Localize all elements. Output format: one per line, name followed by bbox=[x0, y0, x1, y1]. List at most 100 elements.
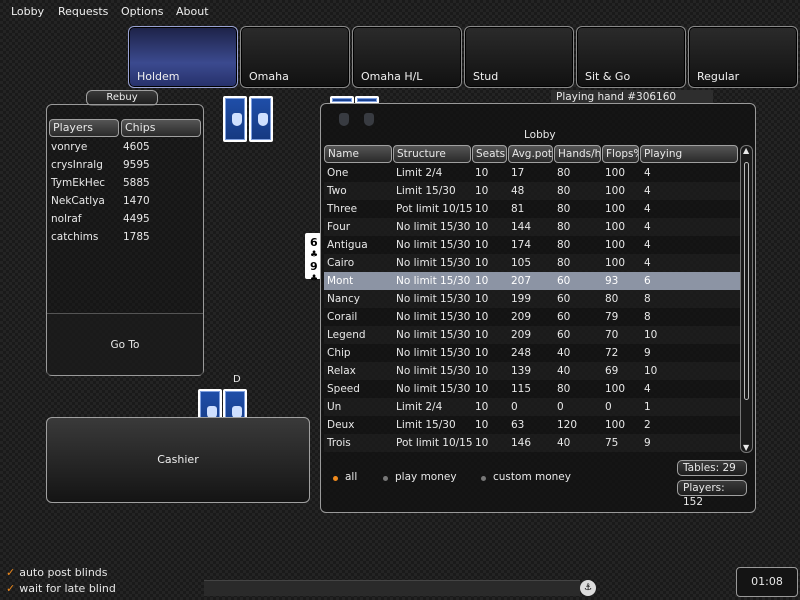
filter-play-money[interactable]: play money bbox=[395, 471, 457, 483]
players-header-chips[interactable]: Chips bbox=[121, 119, 201, 137]
tab-regular[interactable]: Regular bbox=[688, 26, 798, 88]
table-seats: 10 bbox=[475, 419, 489, 431]
table-seats: 10 bbox=[475, 275, 489, 287]
auto-post-blinds-label: auto post blinds bbox=[19, 566, 108, 579]
player-chips: 5885 bbox=[123, 177, 150, 189]
chat-input[interactable] bbox=[204, 580, 580, 596]
player-row[interactable]: TymEkHec 5885 bbox=[51, 174, 201, 192]
lobby-header-flops[interactable]: Flops% bbox=[602, 145, 639, 163]
clock: 01:08 bbox=[736, 567, 798, 597]
cashier-button[interactable]: Cashier bbox=[46, 417, 310, 503]
table-row[interactable]: Un Limit 2/4 10 0 0 0 1 bbox=[324, 398, 740, 416]
table-row[interactable]: Four No limit 15/30 10 144 80 100 4 bbox=[324, 218, 740, 236]
table-flops: 80 bbox=[605, 293, 619, 305]
table-row[interactable]: Nancy No limit 15/30 10 199 60 80 8 bbox=[324, 290, 740, 308]
table-row[interactable]: Antigua No limit 15/30 10 174 80 100 4 bbox=[324, 236, 740, 254]
filter-all[interactable]: all bbox=[345, 471, 357, 483]
player-row[interactable]: catchims 1785 bbox=[51, 228, 201, 246]
table-playing: 4 bbox=[644, 185, 651, 197]
menu-lobby[interactable]: Lobby bbox=[11, 5, 44, 18]
table-structure: Limit 15/30 bbox=[396, 419, 456, 431]
table-row[interactable]: Deux Limit 15/30 10 63 120 100 2 bbox=[324, 416, 740, 434]
filter-play-money-radio[interactable] bbox=[383, 476, 388, 481]
table-playing: 2 bbox=[644, 419, 651, 431]
table-hands: 40 bbox=[557, 437, 571, 449]
filter-custom-money-radio[interactable] bbox=[481, 476, 486, 481]
lobby-header-structure[interactable]: Structure bbox=[393, 145, 471, 163]
lobby-scrollbar[interactable]: ▲ ▼ bbox=[740, 145, 753, 453]
table-row[interactable]: Trois Pot limit 10/15 10 146 40 75 9 bbox=[324, 434, 740, 452]
menu-options[interactable]: Options bbox=[121, 5, 163, 18]
table-hands: 80 bbox=[557, 203, 571, 215]
table-name: Legend bbox=[327, 329, 366, 341]
players-header-name[interactable]: Players bbox=[49, 119, 119, 137]
menu-requests[interactable]: Requests bbox=[58, 5, 108, 18]
table-row[interactable]: Cairo No limit 15/30 10 105 80 100 4 bbox=[324, 254, 740, 272]
card-back bbox=[249, 96, 273, 142]
table-seats: 10 bbox=[475, 311, 489, 323]
lobby-header-playing[interactable]: Playing bbox=[640, 145, 738, 163]
player-chips: 1785 bbox=[123, 231, 150, 243]
menu-lobby-label: Lobby bbox=[11, 5, 45, 18]
filter-custom-money-label: custom money bbox=[493, 471, 571, 483]
player-chips: 9595 bbox=[123, 159, 150, 171]
lobby-header-label: Avg.pot bbox=[512, 148, 552, 160]
table-row[interactable]: Corail No limit 15/30 10 209 60 79 8 bbox=[324, 308, 740, 326]
table-avg-pot: 248 bbox=[511, 347, 532, 359]
lobby-header-label: Playing bbox=[644, 148, 683, 160]
table-playing: 1 bbox=[644, 401, 651, 413]
table-name: Cairo bbox=[327, 257, 355, 269]
table-flops: 93 bbox=[605, 275, 619, 287]
table-row[interactable]: Mont No limit 15/30 10 207 60 93 6 bbox=[324, 272, 740, 290]
anchor-icon[interactable]: ⚓ bbox=[580, 580, 596, 596]
tab-holdem[interactable]: Holdem bbox=[128, 26, 238, 88]
players-header-name-label: Players bbox=[53, 121, 93, 134]
table-structure: No limit 15/30 bbox=[396, 311, 471, 323]
lobby-header-hands-per-hour[interactable]: Hands/h bbox=[554, 145, 601, 163]
table-row[interactable]: Relax No limit 15/30 10 139 40 69 10 bbox=[324, 362, 740, 380]
scroll-down-icon[interactable]: ▼ bbox=[743, 443, 749, 452]
table-row[interactable]: Three Pot limit 10/15 10 81 80 100 4 bbox=[324, 200, 740, 218]
player-row[interactable]: crysInralg 9595 bbox=[51, 156, 201, 174]
table-seats: 10 bbox=[475, 365, 489, 377]
table-playing: 9 bbox=[644, 437, 651, 449]
tab-stud[interactable]: Stud bbox=[464, 26, 574, 88]
player-name: NekCatlya bbox=[51, 195, 105, 207]
filter-custom-money[interactable]: custom money bbox=[493, 471, 571, 483]
table-row[interactable]: Legend No limit 15/30 10 209 60 70 10 bbox=[324, 326, 740, 344]
menu-about-label: About bbox=[176, 5, 209, 18]
scroll-up-icon[interactable]: ▲ bbox=[743, 146, 749, 155]
player-row[interactable]: vonrye 4605 bbox=[51, 138, 201, 156]
menu-requests-label: Requests bbox=[58, 5, 109, 18]
table-row[interactable]: Speed No limit 15/30 10 115 80 100 4 bbox=[324, 380, 740, 398]
player-row[interactable]: nolraf 4495 bbox=[51, 210, 201, 228]
table-row[interactable]: Chip No limit 15/30 10 248 40 72 9 bbox=[324, 344, 740, 362]
filter-all-radio[interactable] bbox=[333, 476, 338, 481]
player-row[interactable]: NekCatlya 1470 bbox=[51, 192, 201, 210]
table-row[interactable]: Two Limit 15/30 10 48 80 100 4 bbox=[324, 182, 740, 200]
lobby-header-seats[interactable]: Seats bbox=[472, 145, 507, 163]
table-playing: 4 bbox=[644, 239, 651, 251]
tab-sit-and-go[interactable]: Sit & Go bbox=[576, 26, 686, 88]
table-hands: 40 bbox=[557, 365, 571, 377]
menu-about[interactable]: About bbox=[176, 5, 209, 18]
table-hands: 80 bbox=[557, 383, 571, 395]
table-seats: 10 bbox=[475, 437, 489, 449]
wait-late-blind-checkbox[interactable]: ✓ wait for late blind bbox=[6, 582, 116, 595]
tab-omaha-hl[interactable]: Omaha H/L bbox=[352, 26, 462, 88]
table-structure: No limit 15/30 bbox=[396, 347, 471, 359]
lobby-header-name[interactable]: Name bbox=[324, 145, 392, 163]
table-avg-pot: 81 bbox=[511, 203, 525, 215]
lobby-title: Lobby bbox=[524, 129, 556, 141]
table-structure: No limit 15/30 bbox=[396, 257, 471, 269]
goto-button[interactable]: Go To bbox=[47, 313, 203, 375]
table-structure: Pot limit 10/15 bbox=[396, 203, 473, 215]
table-playing: 8 bbox=[644, 311, 651, 323]
table-row[interactable]: One Limit 2/4 10 17 80 100 4 bbox=[324, 164, 740, 182]
auto-post-blinds-checkbox[interactable]: ✓ auto post blinds bbox=[6, 566, 108, 579]
tab-omaha[interactable]: Omaha bbox=[240, 26, 350, 88]
lobby-header-avg-pot[interactable]: Avg.pot bbox=[508, 145, 553, 163]
table-seats: 10 bbox=[475, 167, 489, 179]
table-structure: No limit 15/30 bbox=[396, 365, 471, 377]
scroll-thumb[interactable] bbox=[744, 162, 749, 400]
